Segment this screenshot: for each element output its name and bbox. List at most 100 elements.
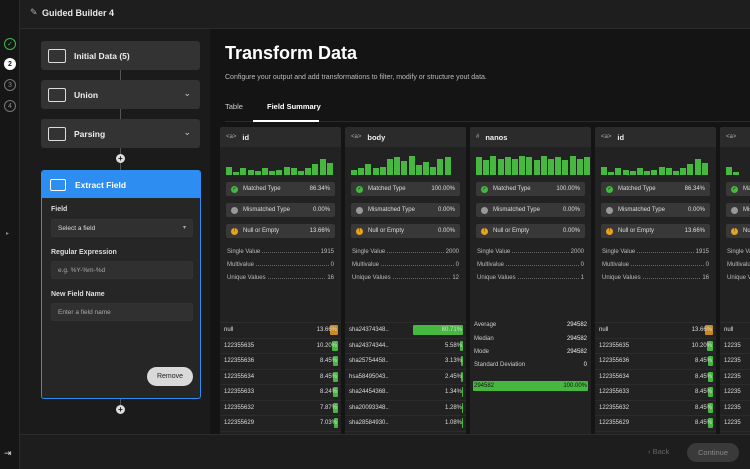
histogram-bar — [298, 170, 304, 175]
value-row[interactable]: 122355633 8.24% — [220, 384, 341, 398]
mismatched-badge: Mismatched Type 0.00% — [226, 203, 335, 217]
column-header[interactable]: <a> id — [220, 127, 341, 147]
histogram-bar — [444, 157, 451, 175]
histogram — [726, 153, 750, 175]
value-row[interactable]: sha24374348.. 80.71% — [345, 322, 466, 336]
value-percent: 10.20% — [316, 342, 337, 349]
node-union[interactable]: Union ⌄ — [41, 80, 200, 109]
value-label: sha24374344.. — [349, 342, 389, 349]
node-initial-data[interactable]: Initial Data (5) — [41, 41, 200, 70]
single-stat: Single Value 2000 — [352, 249, 459, 255]
value-row[interactable]: 12235 — [720, 368, 750, 383]
new-field-name-label: New Field Name — [51, 291, 105, 298]
stat-label: Unique Values — [602, 275, 641, 281]
stat-label: Unique Values — [352, 275, 391, 281]
histogram-bar — [526, 157, 533, 175]
value-row[interactable]: 122355635 10.20% — [595, 337, 716, 352]
badge-value: 0.00% — [562, 207, 580, 213]
value-row[interactable]: 122355629 7.03% — [220, 415, 341, 429]
histogram-bar — [651, 169, 658, 175]
step-1-indicator[interactable]: ✓ — [4, 38, 16, 50]
mismatched-status-icon — [231, 206, 238, 214]
continue-button[interactable]: Continue — [687, 443, 739, 462]
value-row[interactable]: 12235 — [720, 384, 750, 398]
null-status-icon: ! — [606, 227, 613, 235]
value-row[interactable]: 122355629 8.45% — [595, 415, 716, 429]
step-2-indicator[interactable]: 2 — [4, 58, 16, 70]
column-header[interactable]: <a> id — [595, 127, 716, 147]
node-parsing[interactable]: Parsing ⌄ — [41, 119, 200, 148]
chevron-down-icon[interactable]: ⌄ — [183, 127, 191, 138]
value-row[interactable]: 122355634 8.45% — [595, 368, 716, 383]
value-row[interactable]: null — [720, 322, 750, 336]
exit-icon[interactable]: ⇥ — [4, 448, 12, 459]
value-row[interactable]: 122355634 8.45% — [220, 368, 341, 383]
badge-label: Matched Type — [368, 186, 406, 192]
add-step-plus-icon[interactable]: + — [116, 405, 125, 414]
stat-label: Multivalue — [227, 262, 255, 268]
value-row[interactable]: 122355632 7.87% — [220, 399, 341, 414]
value-row[interactable]: hsa58495043.. 2.45% — [345, 368, 466, 383]
column-name: id — [242, 132, 250, 142]
chevron-down-icon: ▾ — [182, 225, 186, 231]
app-root: ✓ 2 3 4 ▸ ⇥ ✎ Guided Builder 4 Initial D… — [0, 0, 750, 469]
unique-stat: Unique Values 16 — [227, 275, 334, 281]
node-label: Initial Data (5) — [74, 50, 130, 61]
step-4-indicator[interactable]: 4 — [4, 100, 16, 112]
value-row[interactable]: sha24454368.. 1.34% — [345, 384, 466, 398]
tab-table[interactable]: Table — [225, 102, 243, 111]
app-title: Guided Builder 4 — [42, 8, 115, 18]
value-row[interactable]: 12235 — [720, 337, 750, 352]
value-row[interactable]: 12235 — [720, 353, 750, 367]
expand-chevron-icon[interactable]: ▸ — [6, 230, 9, 237]
value-row[interactable]: 12235 — [720, 415, 750, 429]
back-button[interactable]: ‹ Back — [648, 447, 669, 456]
badge-label: Null or Empty — [243, 228, 280, 234]
regex-input[interactable]: e.g. %Y-%m-%d — [51, 261, 193, 279]
value-row[interactable]: 122355632 8.45% — [595, 399, 716, 414]
value-row[interactable]: null 13.66% — [220, 322, 341, 336]
histogram-bar — [584, 157, 590, 175]
value-row[interactable]: null 13.66% — [595, 322, 716, 336]
add-step-plus-icon[interactable]: + — [116, 154, 125, 163]
column-header[interactable]: <a> body — [345, 127, 466, 147]
step-3-indicator[interactable]: 3 — [4, 79, 16, 91]
new-field-name-input[interactable]: Enter a field name — [51, 303, 193, 321]
value-row[interactable]: 122355636 8.45% — [595, 353, 716, 367]
histogram-bar — [379, 167, 386, 175]
histogram-bar — [562, 159, 569, 175]
field-select[interactable]: Select a field ▾ — [51, 219, 193, 237]
value-row[interactable]: sha20093348.. 1.28% — [345, 399, 466, 414]
value-percent: 3.13% — [444, 358, 462, 364]
mismatched-badge: Mismatched Type 0.00% — [601, 203, 710, 217]
chevron-down-icon[interactable]: ⌄ — [183, 88, 191, 99]
value-percent: 1.08% — [444, 420, 462, 426]
value-row[interactable]: 12235 — [720, 399, 750, 414]
value-row[interactable]: 122355635 10.20% — [220, 337, 341, 352]
histogram-bar — [629, 170, 636, 175]
median-row: Median 294582 — [474, 336, 587, 342]
histogram — [476, 153, 590, 175]
value-row[interactable]: sha28584930.. 1.08% — [345, 415, 466, 429]
unique-stat: Unique Values 1 — [477, 275, 584, 281]
remove-button[interactable]: Remove — [147, 367, 193, 386]
value-row[interactable]: sha25754458.. 3.13% — [345, 353, 466, 367]
regex-label: Regular Expression — [51, 249, 117, 256]
histogram — [226, 153, 335, 175]
field-summary-columns: <a> id ✓ Matched Type 86.34% Mismatched Type 0… — [220, 127, 750, 434]
tab-field-summary[interactable]: Field Summary — [267, 102, 321, 111]
numstat-label: Average — [474, 322, 497, 328]
column-header[interactable]: # nanos — [470, 127, 591, 147]
histogram-bar — [240, 168, 247, 175]
value-row[interactable]: 122355636 8.45% — [220, 353, 341, 367]
value-row[interactable]: 294582 100.00% — [470, 379, 591, 393]
column-header[interactable]: <a> — [720, 127, 750, 147]
value-row[interactable]: sha24374344.. 5.58% — [345, 337, 466, 352]
value-row[interactable]: 122355633 8.45% — [595, 384, 716, 398]
stat-value: 2000 — [570, 249, 584, 255]
stat-label: Single Value — [477, 249, 511, 255]
extract-field-header[interactable]: Extract Field — [42, 171, 200, 198]
histogram-bar — [490, 156, 497, 175]
matched-badge: ✓ Matched Type 100.00% — [351, 182, 460, 196]
null-status-icon: ! — [356, 227, 363, 235]
